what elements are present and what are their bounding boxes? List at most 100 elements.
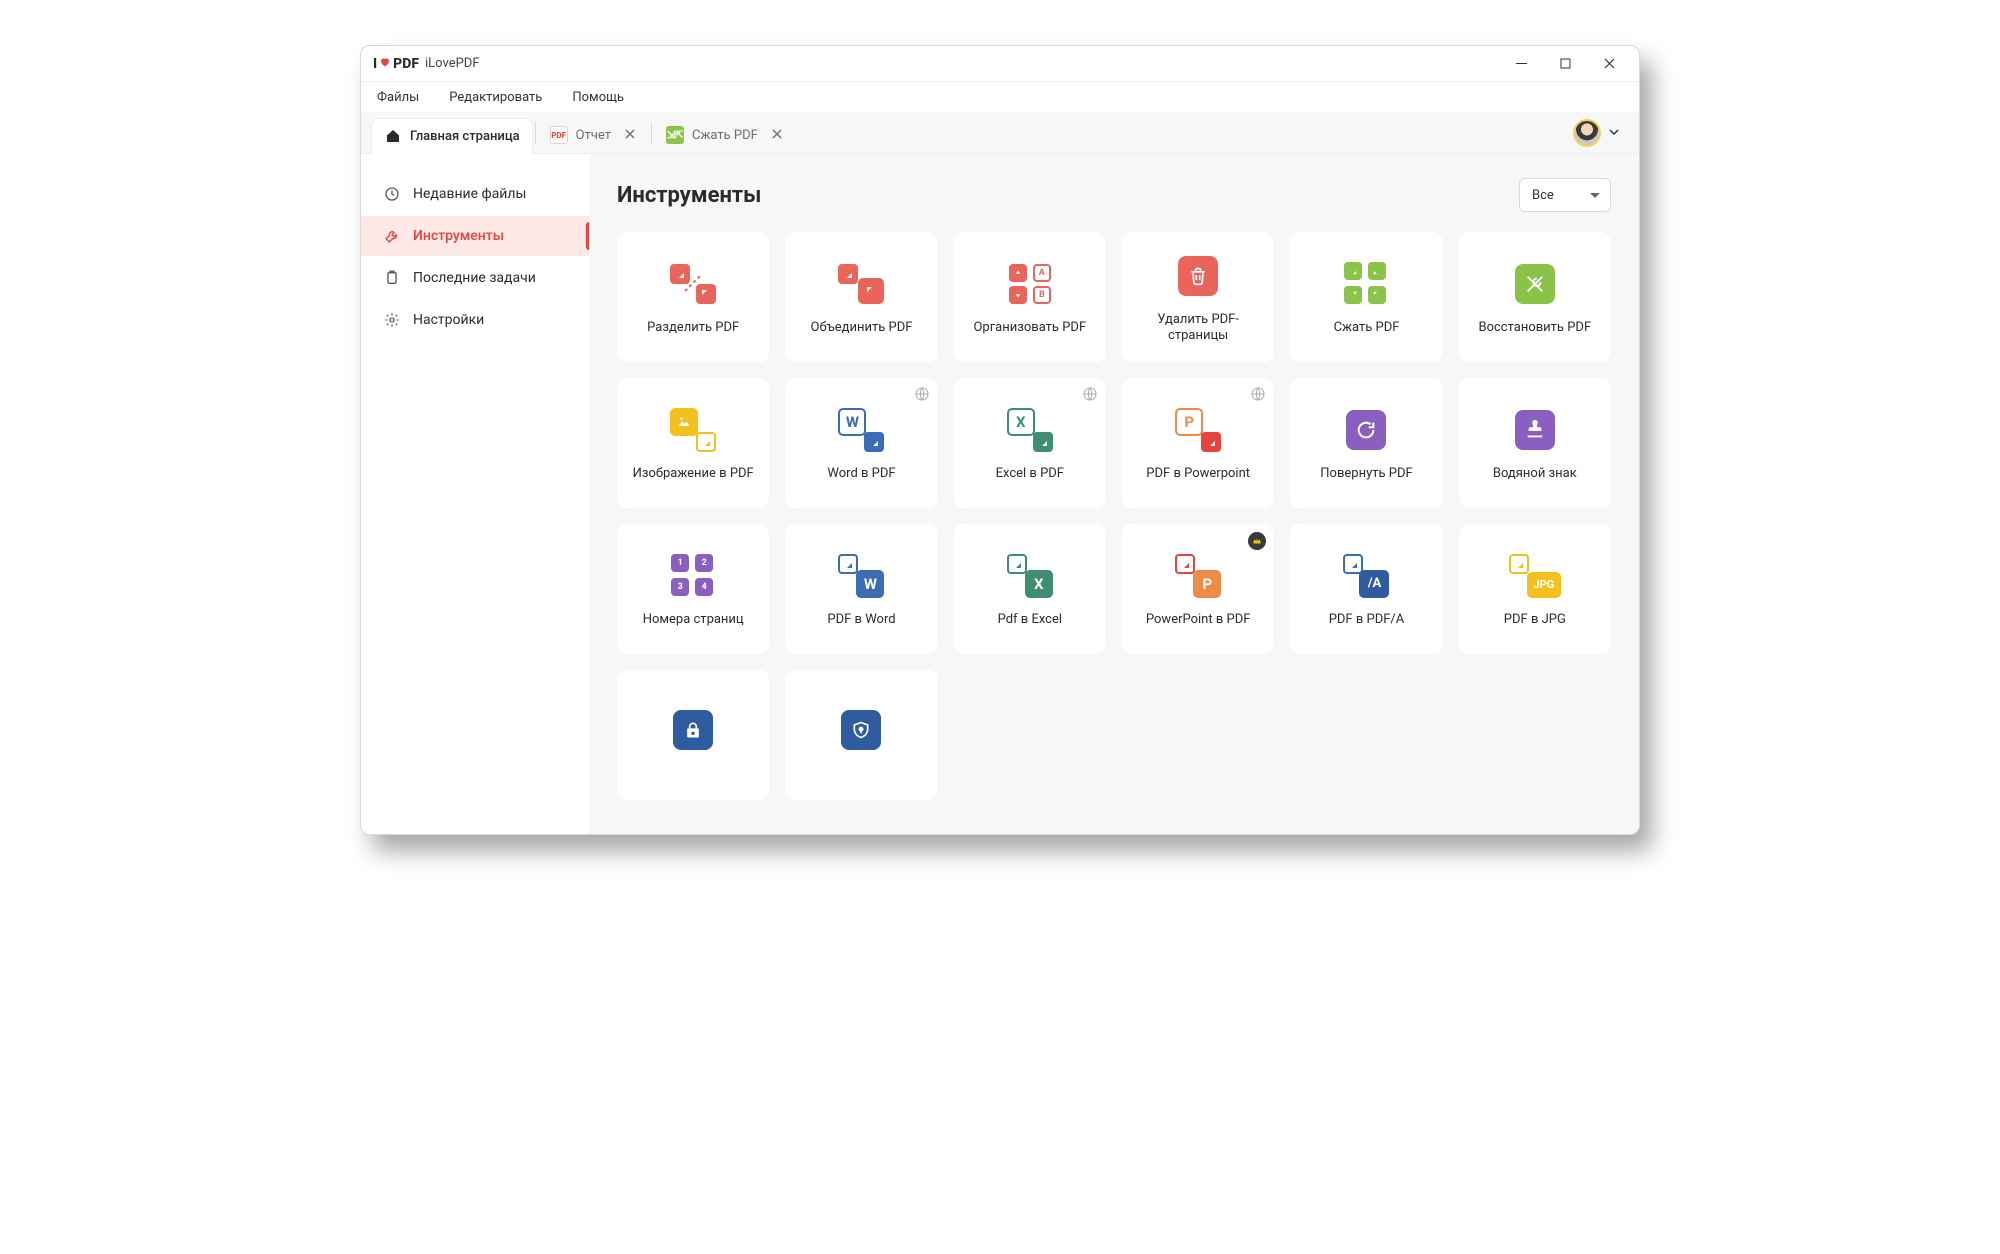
excel-letter-icon: X bbox=[1025, 570, 1053, 598]
tool-label: PDF в PDF/A bbox=[1329, 612, 1405, 628]
main-content: Инструменты Все bbox=[589, 154, 1639, 834]
tab-home[interactable]: Главная страница bbox=[371, 118, 533, 154]
pdf-file-icon: PDF bbox=[550, 126, 568, 144]
word-letter-icon: W bbox=[856, 570, 884, 598]
rotate-icon bbox=[1338, 406, 1394, 454]
sidebar: Недавние файлы Инструменты Последние зад… bbox=[361, 154, 589, 834]
gear-icon bbox=[383, 312, 401, 328]
window-minimize-button[interactable] bbox=[1499, 46, 1543, 82]
sidebar-item-label: Недавние файлы bbox=[413, 186, 526, 202]
number-2-icon: 2 bbox=[695, 554, 713, 572]
tab-separator bbox=[651, 122, 652, 144]
tool-remove-pages[interactable]: Удалить PDF-страницы bbox=[1122, 232, 1274, 362]
heart-icon bbox=[379, 56, 391, 72]
sidebar-item-tasks[interactable]: Последние задачи bbox=[361, 258, 589, 298]
logo-text-pdf: PDF bbox=[393, 56, 419, 72]
wrench-icon bbox=[383, 228, 401, 244]
app-body: Недавние файлы Инструменты Последние зад… bbox=[361, 154, 1639, 834]
tool-image-to-pdf[interactable]: Изображение в PDF bbox=[617, 378, 769, 508]
account-menu[interactable] bbox=[1573, 119, 1629, 153]
menubar: Файлы Редактировать Помощь bbox=[361, 82, 1639, 112]
tool-page-numbers[interactable]: 1 2 3 4 Номера страниц bbox=[617, 524, 769, 654]
tool-label: Pdf в Excel bbox=[998, 612, 1062, 628]
sidebar-item-label: Настройки bbox=[413, 312, 484, 328]
pdf-to-word-icon: W bbox=[833, 552, 889, 600]
tool-rotate-pdf[interactable]: Повернуть PDF bbox=[1290, 378, 1442, 508]
tab-report[interactable]: PDF Отчет bbox=[538, 117, 649, 153]
letter-b-icon: B bbox=[1033, 286, 1051, 304]
tool-label: Объединить PDF bbox=[811, 320, 913, 336]
tool-excel-to-pdf[interactable]: X Excel в PDF bbox=[954, 378, 1106, 508]
tab-close-button[interactable] bbox=[770, 126, 784, 145]
letter-a-icon: A bbox=[1033, 264, 1051, 282]
tool-compress-pdf[interactable]: Сжать PDF bbox=[1290, 232, 1442, 362]
chevron-down-icon bbox=[1609, 126, 1619, 140]
tool-label: Сжать PDF bbox=[1334, 320, 1400, 336]
menu-help[interactable]: Помощь bbox=[566, 86, 630, 109]
sidebar-item-tools[interactable]: Инструменты bbox=[361, 216, 589, 256]
tab-label: Сжать PDF bbox=[692, 128, 758, 143]
excel-to-pdf-icon: X bbox=[1002, 406, 1058, 454]
tab-close-button[interactable] bbox=[623, 126, 637, 145]
tool-word-to-pdf[interactable]: W Word в PDF bbox=[785, 378, 937, 508]
tool-organize-pdf[interactable]: A B Организовать PDF bbox=[954, 232, 1106, 362]
tool-powerpoint-to-pdf[interactable]: P PowerPoint в PDF bbox=[1122, 524, 1274, 654]
number-3-icon: 3 bbox=[671, 578, 689, 596]
compress-icon: ⇲⇱ bbox=[666, 126, 684, 144]
tool-label: PDF в Word bbox=[827, 612, 895, 628]
compress-icon bbox=[1338, 260, 1394, 308]
sidebar-item-label: Последние задачи bbox=[413, 270, 536, 286]
tool-label: Word в PDF bbox=[827, 466, 895, 482]
word-to-pdf-icon: W bbox=[833, 406, 889, 454]
sidebar-item-recent[interactable]: Недавние файлы bbox=[361, 174, 589, 214]
tool-label: Удалить PDF-страницы bbox=[1132, 312, 1264, 345]
organize-icon: A B bbox=[1002, 260, 1058, 308]
tool-label: Водяной знак bbox=[1493, 466, 1577, 482]
page-numbers-icon: 1 2 3 4 bbox=[665, 552, 721, 600]
window-maximize-button[interactable] bbox=[1543, 46, 1587, 82]
premium-badge-icon bbox=[1248, 532, 1266, 550]
filter-value: Все bbox=[1532, 188, 1554, 203]
tool-protect-pdf[interactable] bbox=[617, 670, 769, 800]
merge-icon bbox=[833, 260, 889, 308]
logo-text-i: I bbox=[373, 56, 377, 72]
filter-dropdown[interactable]: Все bbox=[1519, 178, 1611, 212]
menu-files[interactable]: Файлы bbox=[371, 86, 425, 109]
pdf-to-jpg-icon: JPG bbox=[1507, 552, 1563, 600]
tool-merge-pdf[interactable]: Объединить PDF bbox=[785, 232, 937, 362]
tool-split-pdf[interactable]: Разделить PDF bbox=[617, 232, 769, 362]
tool-pdf-to-excel[interactable]: X Pdf в Excel bbox=[954, 524, 1106, 654]
tool-pdf-to-powerpoint[interactable]: P PDF в Powerpoint bbox=[1122, 378, 1274, 508]
pdf-to-excel-icon: X bbox=[1002, 552, 1058, 600]
pdf-to-ppt-icon: P bbox=[1170, 406, 1226, 454]
tool-repair-pdf[interactable]: Восстановить PDF bbox=[1459, 232, 1611, 362]
app-name: iLovePDF bbox=[425, 56, 480, 71]
web-badge-icon bbox=[1250, 386, 1266, 406]
tab-compress-pdf[interactable]: ⇲⇱ Сжать PDF bbox=[654, 117, 796, 153]
tool-label: Номера страниц bbox=[643, 612, 744, 628]
tab-label: Главная страница bbox=[410, 129, 520, 144]
jpg-letter-icon: JPG bbox=[1527, 572, 1561, 598]
split-icon bbox=[665, 260, 721, 308]
tool-pdf-to-pdfa[interactable]: /A PDF в PDF/A bbox=[1290, 524, 1442, 654]
ppt-letter-icon: P bbox=[1193, 570, 1221, 598]
tool-label: Разделить PDF bbox=[647, 320, 739, 336]
ppt-letter-icon: P bbox=[1175, 408, 1203, 436]
tool-label: Excel в PDF bbox=[996, 466, 1064, 482]
stamp-icon bbox=[1507, 406, 1563, 454]
tool-watermark[interactable]: Водяной знак bbox=[1459, 378, 1611, 508]
tool-pdf-to-jpg[interactable]: JPG PDF в JPG bbox=[1459, 524, 1611, 654]
menu-edit[interactable]: Редактировать bbox=[443, 86, 548, 109]
app-logo: I PDF bbox=[373, 56, 419, 72]
ppt-to-pdf-icon: P bbox=[1170, 552, 1226, 600]
tab-label: Отчет bbox=[576, 128, 611, 143]
tool-label: Восстановить PDF bbox=[1478, 320, 1591, 336]
sidebar-item-settings[interactable]: Настройки bbox=[361, 300, 589, 340]
window-close-button[interactable] bbox=[1587, 46, 1631, 82]
main-header: Инструменты Все bbox=[617, 178, 1611, 212]
tool-pdf-to-word[interactable]: W PDF в Word bbox=[785, 524, 937, 654]
number-1-icon: 1 bbox=[671, 554, 689, 572]
pdfa-letter-icon: /A bbox=[1359, 570, 1389, 598]
trash-icon bbox=[1170, 252, 1226, 300]
tool-unlock-pdf[interactable] bbox=[785, 670, 937, 800]
